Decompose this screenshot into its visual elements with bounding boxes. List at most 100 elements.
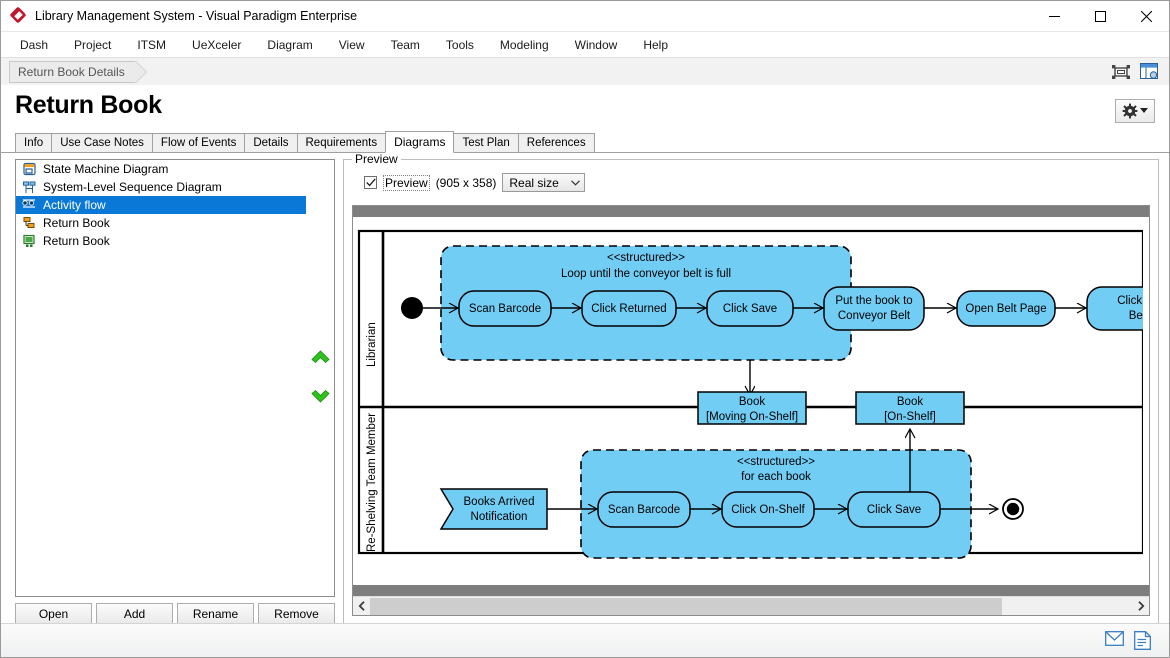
mail-icon[interactable] [1105, 631, 1124, 650]
list-item[interactable]: Return Book [16, 232, 306, 250]
scrollbar-thumb[interactable] [370, 598, 1002, 615]
group-label-foreach: for each book [741, 471, 811, 483]
move-up-arrow-icon[interactable] [311, 349, 330, 367]
preview-group-label: Preview [352, 152, 401, 166]
menu-modeling[interactable]: Modeling [487, 34, 562, 56]
list-item-label: Return Book [43, 234, 110, 248]
tab-bar: Info Use Case Notes Flow of Events Detai… [1, 131, 1169, 153]
diagram-list-pane: State Machine Diagram Sy [15, 159, 335, 625]
initial-node [401, 297, 423, 319]
action-put-book-conveyor [824, 287, 924, 330]
diagram-list[interactable]: State Machine Diagram Sy [15, 159, 335, 597]
preview-horizontal-scrollbar[interactable] [353, 596, 1149, 615]
action-label: Click On-Shelf [731, 504, 805, 516]
chevron-down-icon [571, 180, 580, 186]
chevron-left-icon[interactable] [353, 598, 370, 615]
group-stereotype-loop: <<structured>> [607, 252, 685, 264]
chevron-right-icon[interactable] [1132, 598, 1149, 615]
signal-receipt-books-arrived [441, 489, 547, 529]
tab-references[interactable]: References [518, 133, 595, 153]
close-button[interactable] [1123, 1, 1169, 32]
zoom-select-value: Real size [509, 176, 558, 190]
action-label: Click Save [723, 303, 777, 315]
window-title: Library Management System - Visual Parad… [35, 9, 357, 23]
action-label-line1: Put the book to [835, 295, 912, 307]
menu-itsm[interactable]: ITSM [124, 34, 179, 56]
window-controls [1031, 1, 1169, 32]
gear-dropdown-button[interactable] [1115, 99, 1155, 123]
action-label: Click Returned [591, 303, 666, 315]
object-node-label: Book [897, 396, 923, 408]
menu-help[interactable]: Help [630, 34, 681, 56]
canvas-bottom-band [353, 585, 1149, 596]
menu-window[interactable]: Window [562, 34, 631, 56]
breadcrumb-toolbar [1109, 61, 1169, 83]
tab-details[interactable]: Details [244, 133, 297, 153]
preview-controls: Preview (905 x 358) Real size [364, 173, 1150, 192]
tab-requirements[interactable]: Requirements [297, 133, 387, 153]
activity-diagram[interactable]: Librarian Re-Shelving Team Member <<stru… [353, 217, 1149, 585]
action-label-line2: Conveyor Belt [838, 310, 911, 322]
lane-label-reshelving: Re-Shelving Team Member [366, 413, 378, 552]
zoom-select[interactable]: Real size [502, 173, 584, 192]
move-down-arrow-icon[interactable] [311, 389, 330, 407]
breadcrumb: Return Book Details [1, 57, 1169, 85]
breadcrumb-item-return-book-details[interactable]: Return Book Details [9, 61, 136, 83]
menu-tools[interactable]: Tools [433, 34, 487, 56]
menu-bar: Dash Project ITSM UeXceler Diagram View … [1, 32, 1169, 57]
list-item-activity-flow[interactable]: Activity flow [16, 196, 306, 214]
class-diagram-icon [22, 216, 37, 231]
tab-use-case-notes[interactable]: Use Case Notes [51, 133, 153, 153]
tab-test-plan[interactable]: Test Plan [453, 133, 518, 153]
minimize-button[interactable] [1031, 1, 1077, 32]
activity-diagram-svg: Librarian Re-Shelving Team Member <<stru… [353, 217, 1143, 569]
page-header: Return Book [1, 85, 1169, 123]
preview-canvas[interactable]: Librarian Re-Shelving Team Member <<stru… [352, 205, 1150, 616]
preview-checkbox-label: Preview [383, 175, 430, 191]
menu-view[interactable]: View [326, 34, 378, 56]
main-content: State Machine Diagram Sy [1, 153, 1169, 625]
rename-button[interactable]: Rename [177, 603, 254, 625]
preview-dimensions: (905 x 358) [436, 176, 497, 190]
action-label-line1: Click Pr [1117, 295, 1143, 307]
group-label-loop: Loop until the conveyor belt is full [561, 268, 731, 280]
remove-button[interactable]: Remove [258, 603, 335, 625]
preview-checkbox[interactable] [364, 176, 377, 189]
menu-uexceler[interactable]: UeXceler [179, 34, 254, 56]
tab-diagrams[interactable]: Diagrams [385, 131, 454, 153]
list-item[interactable]: State Machine Diagram [16, 160, 306, 178]
preview-pane: Preview Preview (905 x 358) Real size [343, 159, 1159, 625]
list-item-label: Activity flow [43, 198, 106, 212]
add-button[interactable]: Add [96, 603, 173, 625]
menu-dash[interactable]: Dash [7, 34, 61, 56]
tab-info[interactable]: Info [15, 133, 52, 153]
action-label: Scan Barcode [469, 303, 541, 315]
gear-icon [1122, 103, 1138, 119]
action-label: Scan Barcode [608, 504, 680, 516]
menu-diagram[interactable]: Diagram [254, 34, 325, 56]
list-item[interactable]: Return Book [16, 214, 306, 232]
list-item[interactable]: System-Level Sequence Diagram [16, 178, 306, 196]
list-reorder-controls [306, 160, 334, 596]
activity-diagram-icon [22, 198, 37, 213]
maximize-button[interactable] [1077, 1, 1123, 32]
window-config-icon[interactable] [1137, 61, 1161, 83]
action-label: Open Belt Page [965, 303, 1046, 315]
status-bar [1, 623, 1169, 657]
object-node-label: Book [739, 396, 765, 408]
preview-group: Preview Preview (905 x 358) Real size [343, 159, 1159, 625]
scrollbar-track[interactable] [370, 598, 1132, 615]
list-item-label: System-Level Sequence Diagram [43, 180, 222, 194]
fit-selection-icon[interactable] [1109, 61, 1133, 83]
object-node-state: [Moving On-Shelf] [706, 411, 798, 423]
deployment-diagram-icon [22, 234, 37, 249]
title-bar: Library Management System - Visual Parad… [1, 1, 1169, 32]
open-button[interactable]: Open [15, 603, 92, 625]
menu-project[interactable]: Project [61, 34, 124, 56]
tab-flow-of-events[interactable]: Flow of Events [152, 133, 245, 153]
application-window: Library Management System - Visual Parad… [0, 0, 1170, 658]
page-title: Return Book [15, 91, 162, 120]
notes-icon[interactable] [1134, 631, 1153, 650]
menu-team[interactable]: Team [378, 34, 433, 56]
check-icon [366, 178, 376, 187]
